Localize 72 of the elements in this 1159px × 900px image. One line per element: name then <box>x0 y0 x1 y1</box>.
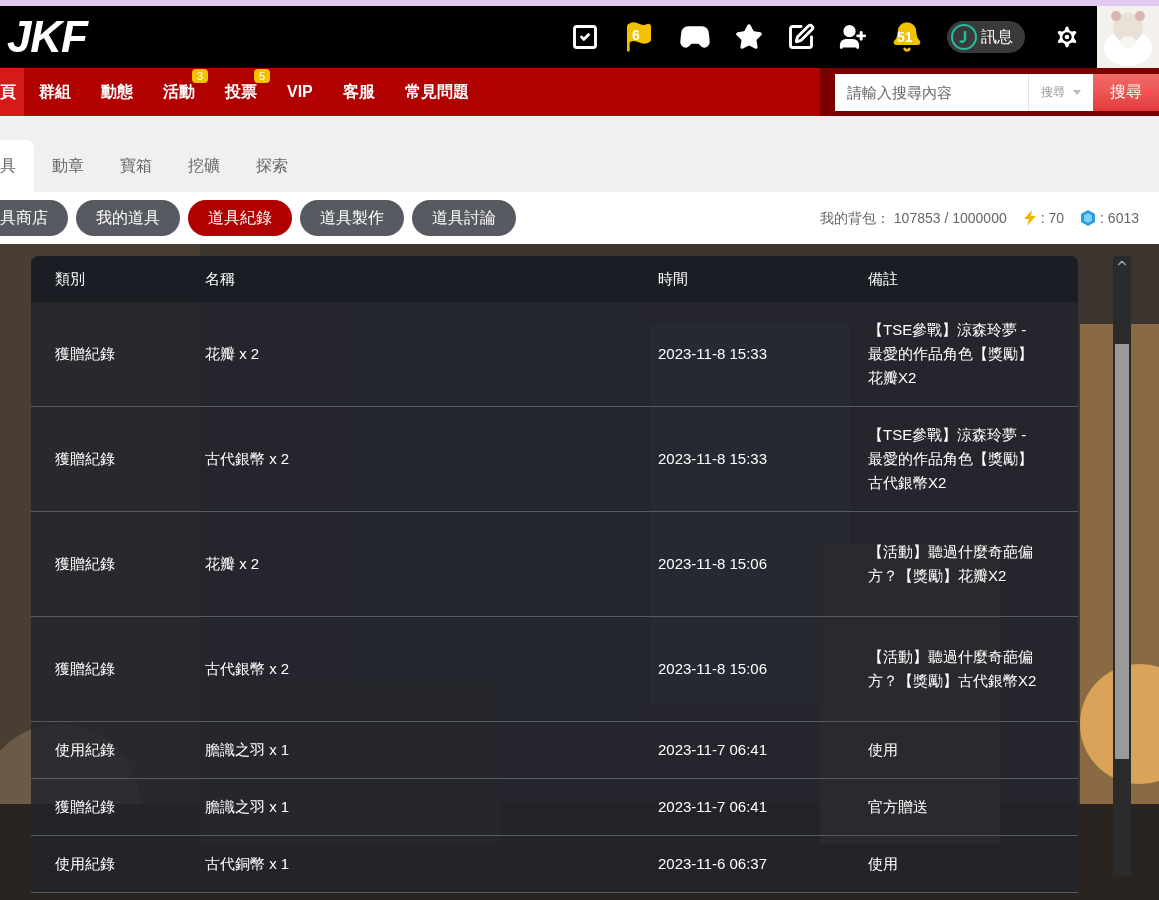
gem-value: : 6013 <box>1100 208 1139 228</box>
tab[interactable]: 寶箱 <box>102 140 170 192</box>
pill-tab[interactable]: 我的道具 <box>76 200 180 236</box>
search-button[interactable]: 搜尋 <box>1093 73 1159 111</box>
table-cell-text: 使用 <box>868 740 899 760</box>
tab[interactable]: 具 <box>0 140 34 192</box>
pencil-icon <box>787 23 815 51</box>
pill-tab[interactable]: 道具紀錄 <box>188 200 292 236</box>
count-badge: 3 <box>191 69 208 83</box>
table-cell-text: 2023-11-8 15:33 <box>658 343 768 364</box>
table-cell-text: 獲贈紀錄 <box>54 658 116 679</box>
tab[interactable]: 挖礦 <box>170 140 238 192</box>
count-badge: 5 <box>253 69 270 83</box>
bag-value: 107853 / 1000000 <box>893 208 1007 228</box>
table-cell-text: 膽識之羽 x 1 <box>205 739 291 760</box>
table-cell-text: 【TSE參戰】涼森玲夢 - 最愛的作品角色【獎勵】花瓣X2 <box>868 320 1034 388</box>
table-cell-text: 2023-11-7 06:41 <box>658 739 768 760</box>
table-cell-text: 【TSE參戰】涼森玲夢 - 最愛的作品角色【獎勵】古代銀幣X2 <box>868 425 1034 493</box>
column-header: 備註 <box>868 268 899 289</box>
table-cell-text: 2023-11-8 15:06 <box>658 553 768 574</box>
nav-link[interactable]: 活動 3 <box>148 68 210 116</box>
flag-count: 6 <box>632 26 640 45</box>
table-cell-text: 膽識之羽 x 1 <box>205 796 291 817</box>
user-plus-icon <box>839 23 867 51</box>
pill-tab[interactable]: 道具討論 <box>412 200 516 236</box>
nav-link[interactable]: 動態 <box>86 68 148 116</box>
table-cell-text: 花瓣 x 2 <box>205 553 261 574</box>
nav-link[interactable]: 頁 <box>0 68 24 116</box>
table-cell-text: 獲贈紀錄 <box>54 796 116 817</box>
message-button[interactable]: 訊息 <box>947 21 1025 53</box>
table-cell-text: 【活動】聽過什麼奇葩偏方？【獎勵】花瓣X2 <box>868 542 1034 586</box>
table-cell-text: 2023-11-7 06:41 <box>658 796 768 817</box>
checkbox-icon <box>571 23 599 51</box>
table-cell-text: 古代銀幣 x 2 <box>205 658 291 679</box>
nav-link[interactable]: 常見問題 <box>389 68 484 116</box>
pill-tab[interactable]: 具商店 <box>0 200 68 236</box>
notification-count: 51 <box>897 28 913 47</box>
pill-tab[interactable]: 道具製作 <box>300 200 404 236</box>
nav-link[interactable]: 投票 5 <box>210 68 272 116</box>
table-cell-text: 2023-11-8 15:33 <box>658 448 768 469</box>
bell-icon <box>891 21 923 53</box>
star-icon <box>735 23 763 51</box>
table-cell-text: 古代銀幣 x 2 <box>205 448 291 469</box>
table-cell-text: 獲贈紀錄 <box>54 553 116 574</box>
table-cell-text: 花瓣 x 2 <box>205 343 261 364</box>
table-cell-text: 【活動】聽過什麼奇葩偏方？【獎勵】古代銀幣X2 <box>868 647 1038 691</box>
lightning-icon <box>1022 210 1037 226</box>
j-logo-icon <box>951 24 977 50</box>
table-cell-text: 官方贈送 <box>868 797 929 817</box>
table-cell-text: 使用紀錄 <box>54 739 116 760</box>
energy-value: : 70 <box>1040 208 1065 228</box>
search-field[interactable]: 請輸入搜尋內容 <box>835 73 1028 111</box>
table-cell-text: 2023-11-8 15:06 <box>658 658 768 679</box>
table-cell-text: 獲贈紀錄 <box>54 343 116 364</box>
gem-icon <box>1080 210 1097 226</box>
table-cell-text: 古代銅幣 x 1 <box>205 853 291 874</box>
table-cell-text: 使用紀錄 <box>54 853 116 874</box>
column-header: 時間 <box>658 268 689 289</box>
nav-link[interactable]: 客服 <box>327 68 390 116</box>
bag-label: 我的背包： <box>819 208 890 228</box>
site-logo[interactable]: JKF <box>0 15 87 59</box>
tab[interactable]: 動章 <box>34 140 102 192</box>
caret-icon <box>1073 89 1081 95</box>
nav-link[interactable]: 群組 <box>24 68 86 116</box>
nav-link[interactable]: VIP <box>272 68 328 116</box>
table-cell-text: 2023-11-6 06:37 <box>658 853 768 874</box>
column-header: 類別 <box>54 268 86 289</box>
table-cell-text: 使用 <box>868 854 899 874</box>
scrollbar-thumb[interactable] <box>1115 344 1129 759</box>
tab[interactable]: 探索 <box>238 140 306 192</box>
column-header: 名稱 <box>205 268 236 289</box>
table-cell-text: 獲贈紀錄 <box>54 448 116 469</box>
